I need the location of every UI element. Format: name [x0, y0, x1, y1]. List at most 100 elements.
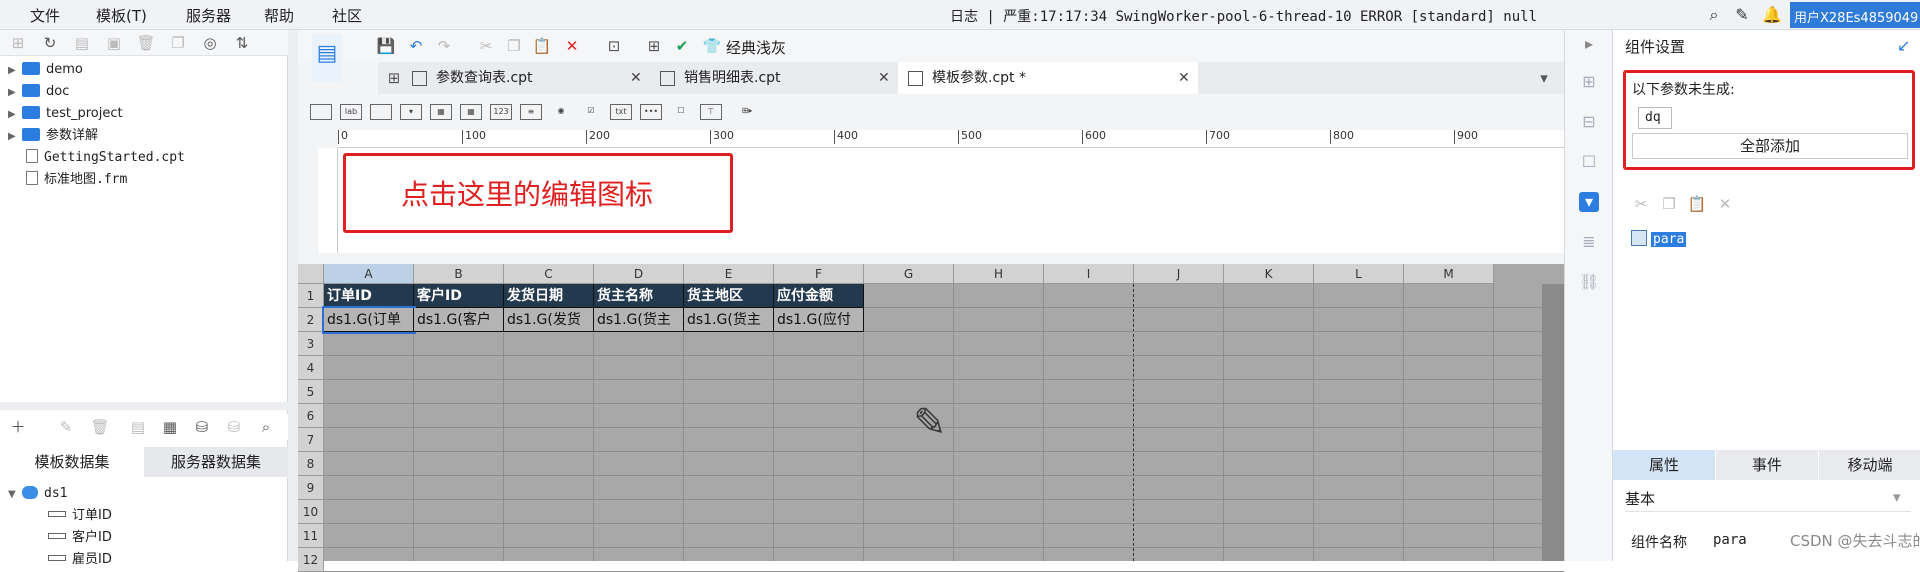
- redo-icon[interactable]: ↷: [434, 36, 454, 56]
- database-icon[interactable]: ⛁: [192, 417, 212, 437]
- doc-tab-template-params[interactable]: 模板参数.cpt * ✕: [898, 62, 1198, 94]
- header-cell[interactable]: 货主地区: [684, 284, 774, 308]
- column-header[interactable]: D: [594, 264, 684, 284]
- hyperlink-icon[interactable]: ⛓: [1579, 272, 1599, 292]
- lab-widget-icon[interactable]: lab: [340, 104, 362, 120]
- delete-icon[interactable]: 🗑: [136, 33, 156, 53]
- column-header[interactable]: I: [1044, 264, 1134, 284]
- cut-icon[interactable]: ✂: [476, 36, 496, 56]
- formula-cell[interactable]: ds1.G(应付: [774, 308, 864, 332]
- copy-icon[interactable]: ❐: [1659, 194, 1679, 214]
- delete-icon[interactable]: ✕: [1715, 194, 1735, 214]
- database-refresh-icon[interactable]: ⛁: [224, 417, 244, 437]
- preview-icon[interactable]: ▤: [128, 417, 148, 437]
- tree-combo-widget-icon[interactable]: ⊤: [700, 104, 722, 120]
- field-item[interactable]: 雇员ID: [48, 550, 112, 570]
- menu-template[interactable]: 模板(T): [96, 5, 147, 26]
- radio-widget-icon[interactable]: ◉: [550, 104, 572, 120]
- row-header[interactable]: 5: [298, 380, 324, 404]
- close-icon[interactable]: ✕: [630, 62, 642, 94]
- widget-tree-node[interactable]: para: [1631, 230, 1687, 248]
- menu-help[interactable]: 帮助: [264, 5, 294, 26]
- pencil-edit-icon[interactable]: ✎: [913, 400, 947, 446]
- add-all-button[interactable]: 全部添加: [1632, 133, 1908, 159]
- new-file-icon[interactable]: ⊞: [8, 33, 28, 53]
- paste-icon[interactable]: 📋: [532, 36, 552, 56]
- cut-icon[interactable]: ✂: [1631, 194, 1651, 214]
- panel-divider[interactable]: [0, 402, 288, 410]
- column-header[interactable]: C: [504, 264, 594, 284]
- open-icon[interactable]: ▤: [72, 33, 92, 53]
- edit-note-icon[interactable]: ✎: [1732, 5, 1752, 25]
- column-header[interactable]: B: [414, 264, 504, 284]
- tree-item-test-project[interactable]: ▶ test_project: [8, 104, 123, 124]
- column-header[interactable]: E: [684, 264, 774, 284]
- pin-icon[interactable]: ↙: [1897, 36, 1910, 55]
- tab-properties[interactable]: 属性: [1613, 450, 1715, 480]
- cell-attr-icon[interactable]: ⊞: [1579, 72, 1599, 92]
- row-header[interactable]: 4: [298, 356, 324, 380]
- formula-cell[interactable]: ds1.G(客户: [414, 308, 504, 332]
- search-icon[interactable]: ⌕: [256, 417, 276, 437]
- column-header[interactable]: F: [774, 264, 864, 284]
- field-item[interactable]: 订单ID: [48, 506, 112, 526]
- save-icon[interactable]: 💾: [376, 36, 396, 56]
- edit-icon[interactable]: ✎: [56, 417, 76, 437]
- border-icon[interactable]: ☐: [1579, 152, 1599, 172]
- column-header[interactable]: L: [1314, 264, 1404, 284]
- paste-icon[interactable]: 📋: [1687, 194, 1707, 214]
- textarea-widget-icon[interactable]: ≡: [520, 104, 542, 120]
- doc-tab-param-query[interactable]: 参数查询表.cpt ✕: [402, 62, 650, 94]
- delete-icon[interactable]: ✕: [562, 36, 582, 56]
- locate-icon[interactable]: ◎: [200, 33, 220, 53]
- menu-file[interactable]: 文件: [30, 5, 60, 26]
- user-account[interactable]: 用户X28Es4859049: [1790, 2, 1920, 28]
- template-preview-icon[interactable]: ⊞: [644, 36, 664, 56]
- column-header[interactable]: A: [324, 264, 414, 284]
- row-header[interactable]: 12: [298, 548, 324, 572]
- row-header[interactable]: 10: [298, 500, 324, 524]
- splitter[interactable]: [288, 30, 298, 561]
- dataset-root[interactable]: ▼ ds1: [8, 484, 67, 504]
- refresh-icon[interactable]: ↻: [40, 33, 60, 53]
- header-cell[interactable]: 应付金额: [774, 284, 864, 308]
- template-icon[interactable]: ▤: [312, 34, 342, 82]
- field-item[interactable]: 客户ID: [48, 528, 112, 548]
- theme-label[interactable]: 经典浅灰: [726, 37, 786, 58]
- tab-menu-icon[interactable]: ▾: [1534, 68, 1554, 88]
- widget-settings-icon[interactable]: ▾: [1579, 192, 1599, 212]
- tree-item-gettingstarted[interactable]: GettingStarted.cpt: [8, 148, 185, 168]
- row-header[interactable]: 3: [298, 332, 324, 356]
- tree-item-map[interactable]: 标准地图.frm: [8, 170, 127, 190]
- txt-widget-icon[interactable]: txt: [610, 104, 632, 120]
- number-widget-icon[interactable]: 123: [490, 104, 512, 120]
- doc-tab-sales-detail[interactable]: 销售明细表.cpt ✕: [650, 62, 898, 94]
- lock-icon[interactable]: ▣: [104, 33, 124, 53]
- shirt-icon[interactable]: 👕: [702, 36, 722, 56]
- tab-mobile[interactable]: 移动端: [1819, 450, 1920, 480]
- search-icon[interactable]: ⌕: [1704, 5, 1724, 25]
- formula-cell[interactable]: ds1.G(货主: [594, 308, 684, 332]
- tab-server-dataset[interactable]: 服务器数据集: [144, 447, 288, 477]
- param-chip[interactable]: dq: [1638, 107, 1672, 129]
- check-icon[interactable]: ✔: [672, 36, 692, 56]
- date-widget-icon[interactable]: ▦: [430, 104, 452, 120]
- more-widget-icon[interactable]: ⊞▸: [736, 104, 758, 120]
- tab-template-dataset[interactable]: 模板数据集: [0, 447, 144, 477]
- menu-server[interactable]: 服务器: [186, 5, 231, 26]
- tree-item-doc[interactable]: ▶ doc: [8, 82, 69, 102]
- row-header[interactable]: 6: [298, 404, 324, 428]
- row-header[interactable]: 11: [298, 524, 324, 548]
- undo-icon[interactable]: ↶: [406, 36, 426, 56]
- tree-widget-icon[interactable]: ☐: [670, 104, 692, 120]
- close-icon[interactable]: ✕: [878, 62, 890, 94]
- tab-events[interactable]: 事件: [1716, 450, 1818, 480]
- delete-icon[interactable]: 🗑: [90, 417, 110, 437]
- checkbox-widget-icon[interactable]: ☑: [580, 104, 602, 120]
- preview-icon[interactable]: ⊡: [604, 36, 624, 56]
- expand-icon[interactable]: ▸: [1579, 34, 1599, 54]
- condition-icon[interactable]: ≣: [1579, 232, 1599, 252]
- template-list-icon[interactable]: ⊞: [384, 68, 404, 88]
- corner-header[interactable]: [298, 264, 324, 284]
- widget-name-value[interactable]: para: [1713, 532, 1747, 548]
